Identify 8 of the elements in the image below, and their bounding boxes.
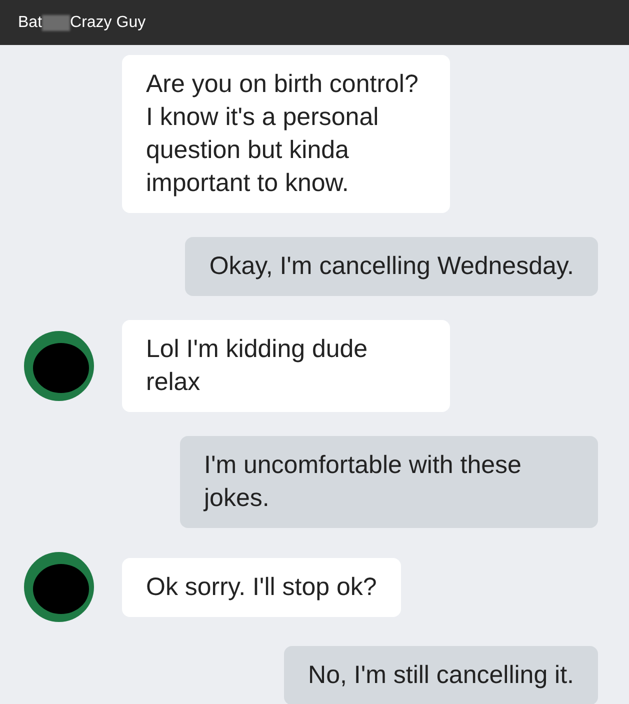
sent-message: I'm uncomfortable with these jokes. [180,436,598,528]
received-message: Ok sorry. I'll stop ok? [122,558,401,616]
contact-name: Crazy Guy [70,12,146,32]
received-message: Lol I'm kidding dude relax [122,320,450,412]
contact-name: Bat [18,12,42,32]
sent-message: No, I'm still cancelling it. [284,646,598,704]
sent-message: Okay, I'm cancelling Wednesday. [185,237,598,296]
received-message: Are you on birth control? I know it's a personal question but kinda important to know. [122,55,450,213]
